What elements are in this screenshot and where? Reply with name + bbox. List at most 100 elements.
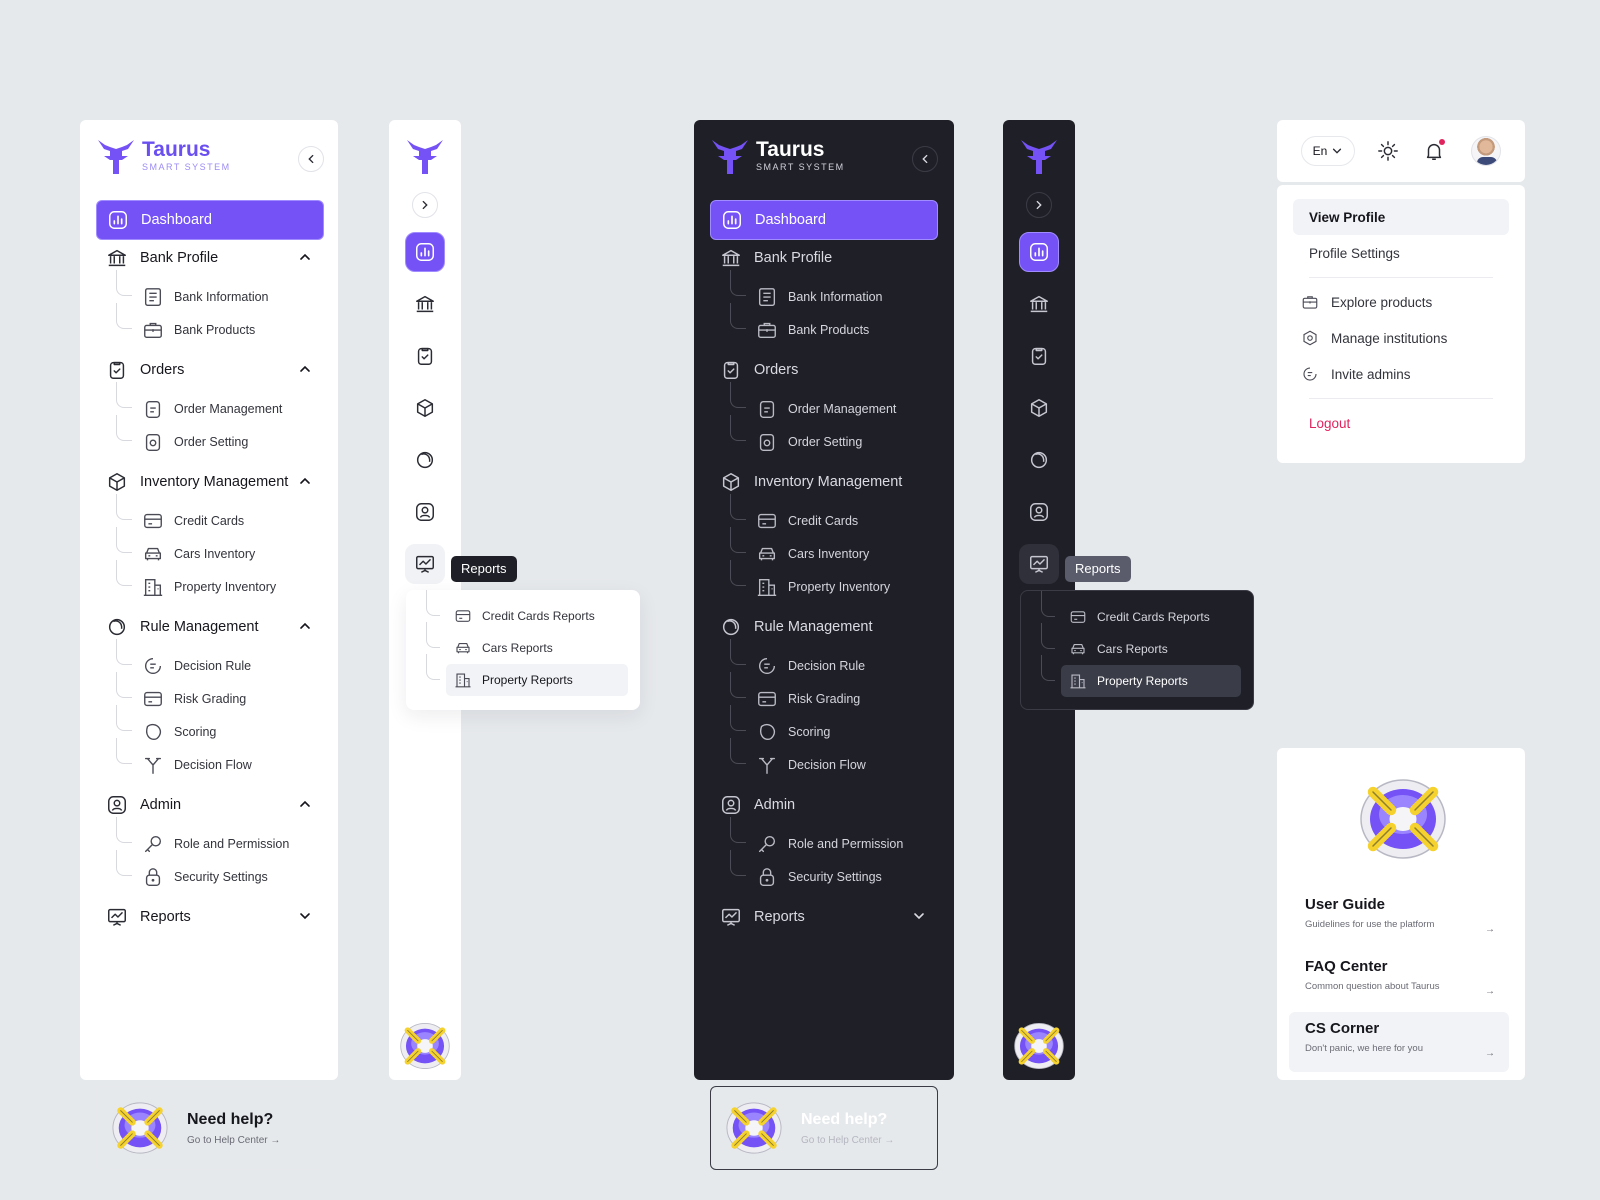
rail-inventory[interactable] xyxy=(1019,388,1059,428)
rail-orders[interactable] xyxy=(405,336,445,376)
rail-rule-management[interactable] xyxy=(405,440,445,480)
credit-card-icon xyxy=(454,607,472,625)
brand-name: Taurus xyxy=(756,138,825,161)
rail-dashboard[interactable] xyxy=(1019,232,1059,272)
rail-inventory[interactable] xyxy=(405,388,445,428)
nav-risk-grading[interactable]: Risk Grading xyxy=(730,672,938,715)
chevron-up-icon[interactable] xyxy=(298,619,312,633)
nav-role-permission[interactable]: Role and Permission xyxy=(116,817,324,860)
nav-order-management[interactable]: Order Management xyxy=(116,382,324,425)
nav-reports[interactable]: Reports xyxy=(96,897,324,937)
lifebuoy-icon[interactable] xyxy=(1013,1020,1065,1072)
inventory-submenu: Credit Cards Cars Inventory Property Inv… xyxy=(96,494,324,603)
flyout-property-reports[interactable]: Property Reports xyxy=(1041,655,1241,697)
guide-user-guide[interactable]: User Guide Guidelines for use the platfo… xyxy=(1289,888,1509,948)
nav-reports[interactable]: Reports xyxy=(710,897,938,937)
help-card[interactable]: Need help? Go to Help Center → xyxy=(710,1086,938,1170)
chevron-up-icon[interactable] xyxy=(298,797,312,811)
chevron-up-icon[interactable] xyxy=(298,474,312,488)
rail-rule-management[interactable] xyxy=(1019,440,1059,480)
menu-profile-settings[interactable]: Profile Settings xyxy=(1293,235,1509,271)
nav-order-setting[interactable]: Order Setting xyxy=(116,415,324,458)
chevron-down-icon[interactable] xyxy=(912,909,926,923)
expand-sidebar-button[interactable] xyxy=(412,192,438,218)
rail-bank-profile[interactable] xyxy=(405,284,445,324)
menu-logout[interactable]: Logout xyxy=(1293,405,1509,441)
decision-icon xyxy=(756,655,778,677)
menu-manage-institutions[interactable]: Manage institutions xyxy=(1293,320,1509,356)
help-center-link[interactable]: Go to Help Center → xyxy=(801,1135,894,1146)
nav-decision-rule[interactable]: Decision Rule xyxy=(116,639,324,682)
nav-order-setting[interactable]: Order Setting xyxy=(730,415,938,458)
taurus-logo-icon xyxy=(96,136,136,176)
rail-dashboard[interactable] xyxy=(405,232,445,272)
card-icon xyxy=(142,688,164,710)
nav-label: Reports xyxy=(754,909,805,925)
nav-bank-products[interactable]: Bank Products xyxy=(116,303,324,346)
nav-scoring[interactable]: Scoring xyxy=(116,705,324,748)
nav-risk-grading[interactable]: Risk Grading xyxy=(116,672,324,715)
inventory-submenu: Credit Cards Cars Inventory Property Inv… xyxy=(710,494,938,603)
nav-label: Decision Rule xyxy=(174,658,252,673)
rail-admin[interactable] xyxy=(405,492,445,532)
flyout-cars-reports[interactable]: Cars Reports xyxy=(1041,623,1241,665)
nav-cars-inventory[interactable]: Cars Inventory xyxy=(730,527,938,570)
rail-admin[interactable] xyxy=(1019,492,1059,532)
box-icon xyxy=(106,471,128,493)
help-center-link[interactable]: Go to Help Center → xyxy=(187,1135,280,1146)
expand-sidebar-button[interactable] xyxy=(1026,192,1052,218)
clipboard-check-icon xyxy=(414,345,436,367)
nav-dashboard[interactable]: Dashboard xyxy=(96,200,324,240)
document-icon xyxy=(756,286,778,308)
chevron-left-icon xyxy=(305,153,317,165)
menu-invite-admins[interactable]: Invite admins xyxy=(1293,356,1509,392)
chevron-up-icon[interactable] xyxy=(298,362,312,376)
flyout-credit-cards-reports[interactable]: Credit Cards Reports xyxy=(1041,591,1241,633)
avatar[interactable] xyxy=(1471,136,1501,166)
menu-explore-products[interactable]: Explore products xyxy=(1293,284,1509,320)
nav-bank-products[interactable]: Bank Products xyxy=(730,303,938,346)
lifebuoy-icon[interactable] xyxy=(399,1020,451,1072)
nav-bank-information[interactable]: Bank Information xyxy=(116,270,324,313)
nav-credit-cards[interactable]: Credit Cards xyxy=(116,494,324,537)
nav-credit-cards[interactable]: Credit Cards xyxy=(730,494,938,537)
sun-icon[interactable] xyxy=(1377,140,1399,162)
guide-faq-center[interactable]: FAQ Center Common question about Taurus … xyxy=(1289,950,1509,1010)
help-card[interactable]: Need help? Go to Help Center → xyxy=(96,1086,324,1170)
collapse-sidebar-button[interactable] xyxy=(912,146,938,172)
clipboard-check-icon xyxy=(106,359,128,381)
rail-bank-profile[interactable] xyxy=(1019,284,1059,324)
nav-property-inventory[interactable]: Property Inventory xyxy=(116,560,324,603)
rail-reports[interactable] xyxy=(405,544,445,584)
language-select[interactable]: En xyxy=(1301,136,1355,166)
nav-decision-flow[interactable]: Decision Flow xyxy=(730,738,938,781)
guide-cs-corner[interactable]: CS Corner Don't panic, we here for you → xyxy=(1289,1012,1509,1072)
nav-label: Bank Profile xyxy=(754,250,833,266)
nav-label: Bank Information xyxy=(174,289,269,304)
nav-decision-rule[interactable]: Decision Rule xyxy=(730,639,938,682)
chevron-up-icon[interactable] xyxy=(298,250,312,264)
menu-view-profile[interactable]: View Profile xyxy=(1293,199,1509,235)
nav-scoring[interactable]: Scoring xyxy=(730,705,938,748)
nav-role-permission[interactable]: Role and Permission xyxy=(730,817,938,860)
bank-icon xyxy=(720,247,742,269)
rail-orders[interactable] xyxy=(1019,336,1059,376)
flyout-cars-reports[interactable]: Cars Reports xyxy=(426,622,628,664)
scoring-icon xyxy=(142,721,164,743)
nav-property-inventory[interactable]: Property Inventory xyxy=(730,560,938,603)
guide-title: User Guide xyxy=(1305,896,1386,913)
collapse-sidebar-button[interactable] xyxy=(298,146,324,172)
nav-cars-inventory[interactable]: Cars Inventory xyxy=(116,527,324,570)
nav-bank-information[interactable]: Bank Information xyxy=(730,270,938,313)
nav-security-settings[interactable]: Security Settings xyxy=(730,850,938,893)
key-icon xyxy=(756,833,778,855)
flyout-credit-cards-reports[interactable]: Credit Cards Reports xyxy=(426,590,628,632)
chevron-down-icon[interactable] xyxy=(298,909,312,923)
nav-dashboard[interactable]: Dashboard xyxy=(710,200,938,240)
nav-order-management[interactable]: Order Management xyxy=(730,382,938,425)
nav-decision-flow[interactable]: Decision Flow xyxy=(116,738,324,781)
flyout-property-reports[interactable]: Property Reports xyxy=(426,654,628,696)
rail-reports[interactable] xyxy=(1019,544,1059,584)
nav-security-settings[interactable]: Security Settings xyxy=(116,850,324,893)
rule-submenu: Decision Rule Risk Grading Scoring Decis… xyxy=(710,639,938,781)
